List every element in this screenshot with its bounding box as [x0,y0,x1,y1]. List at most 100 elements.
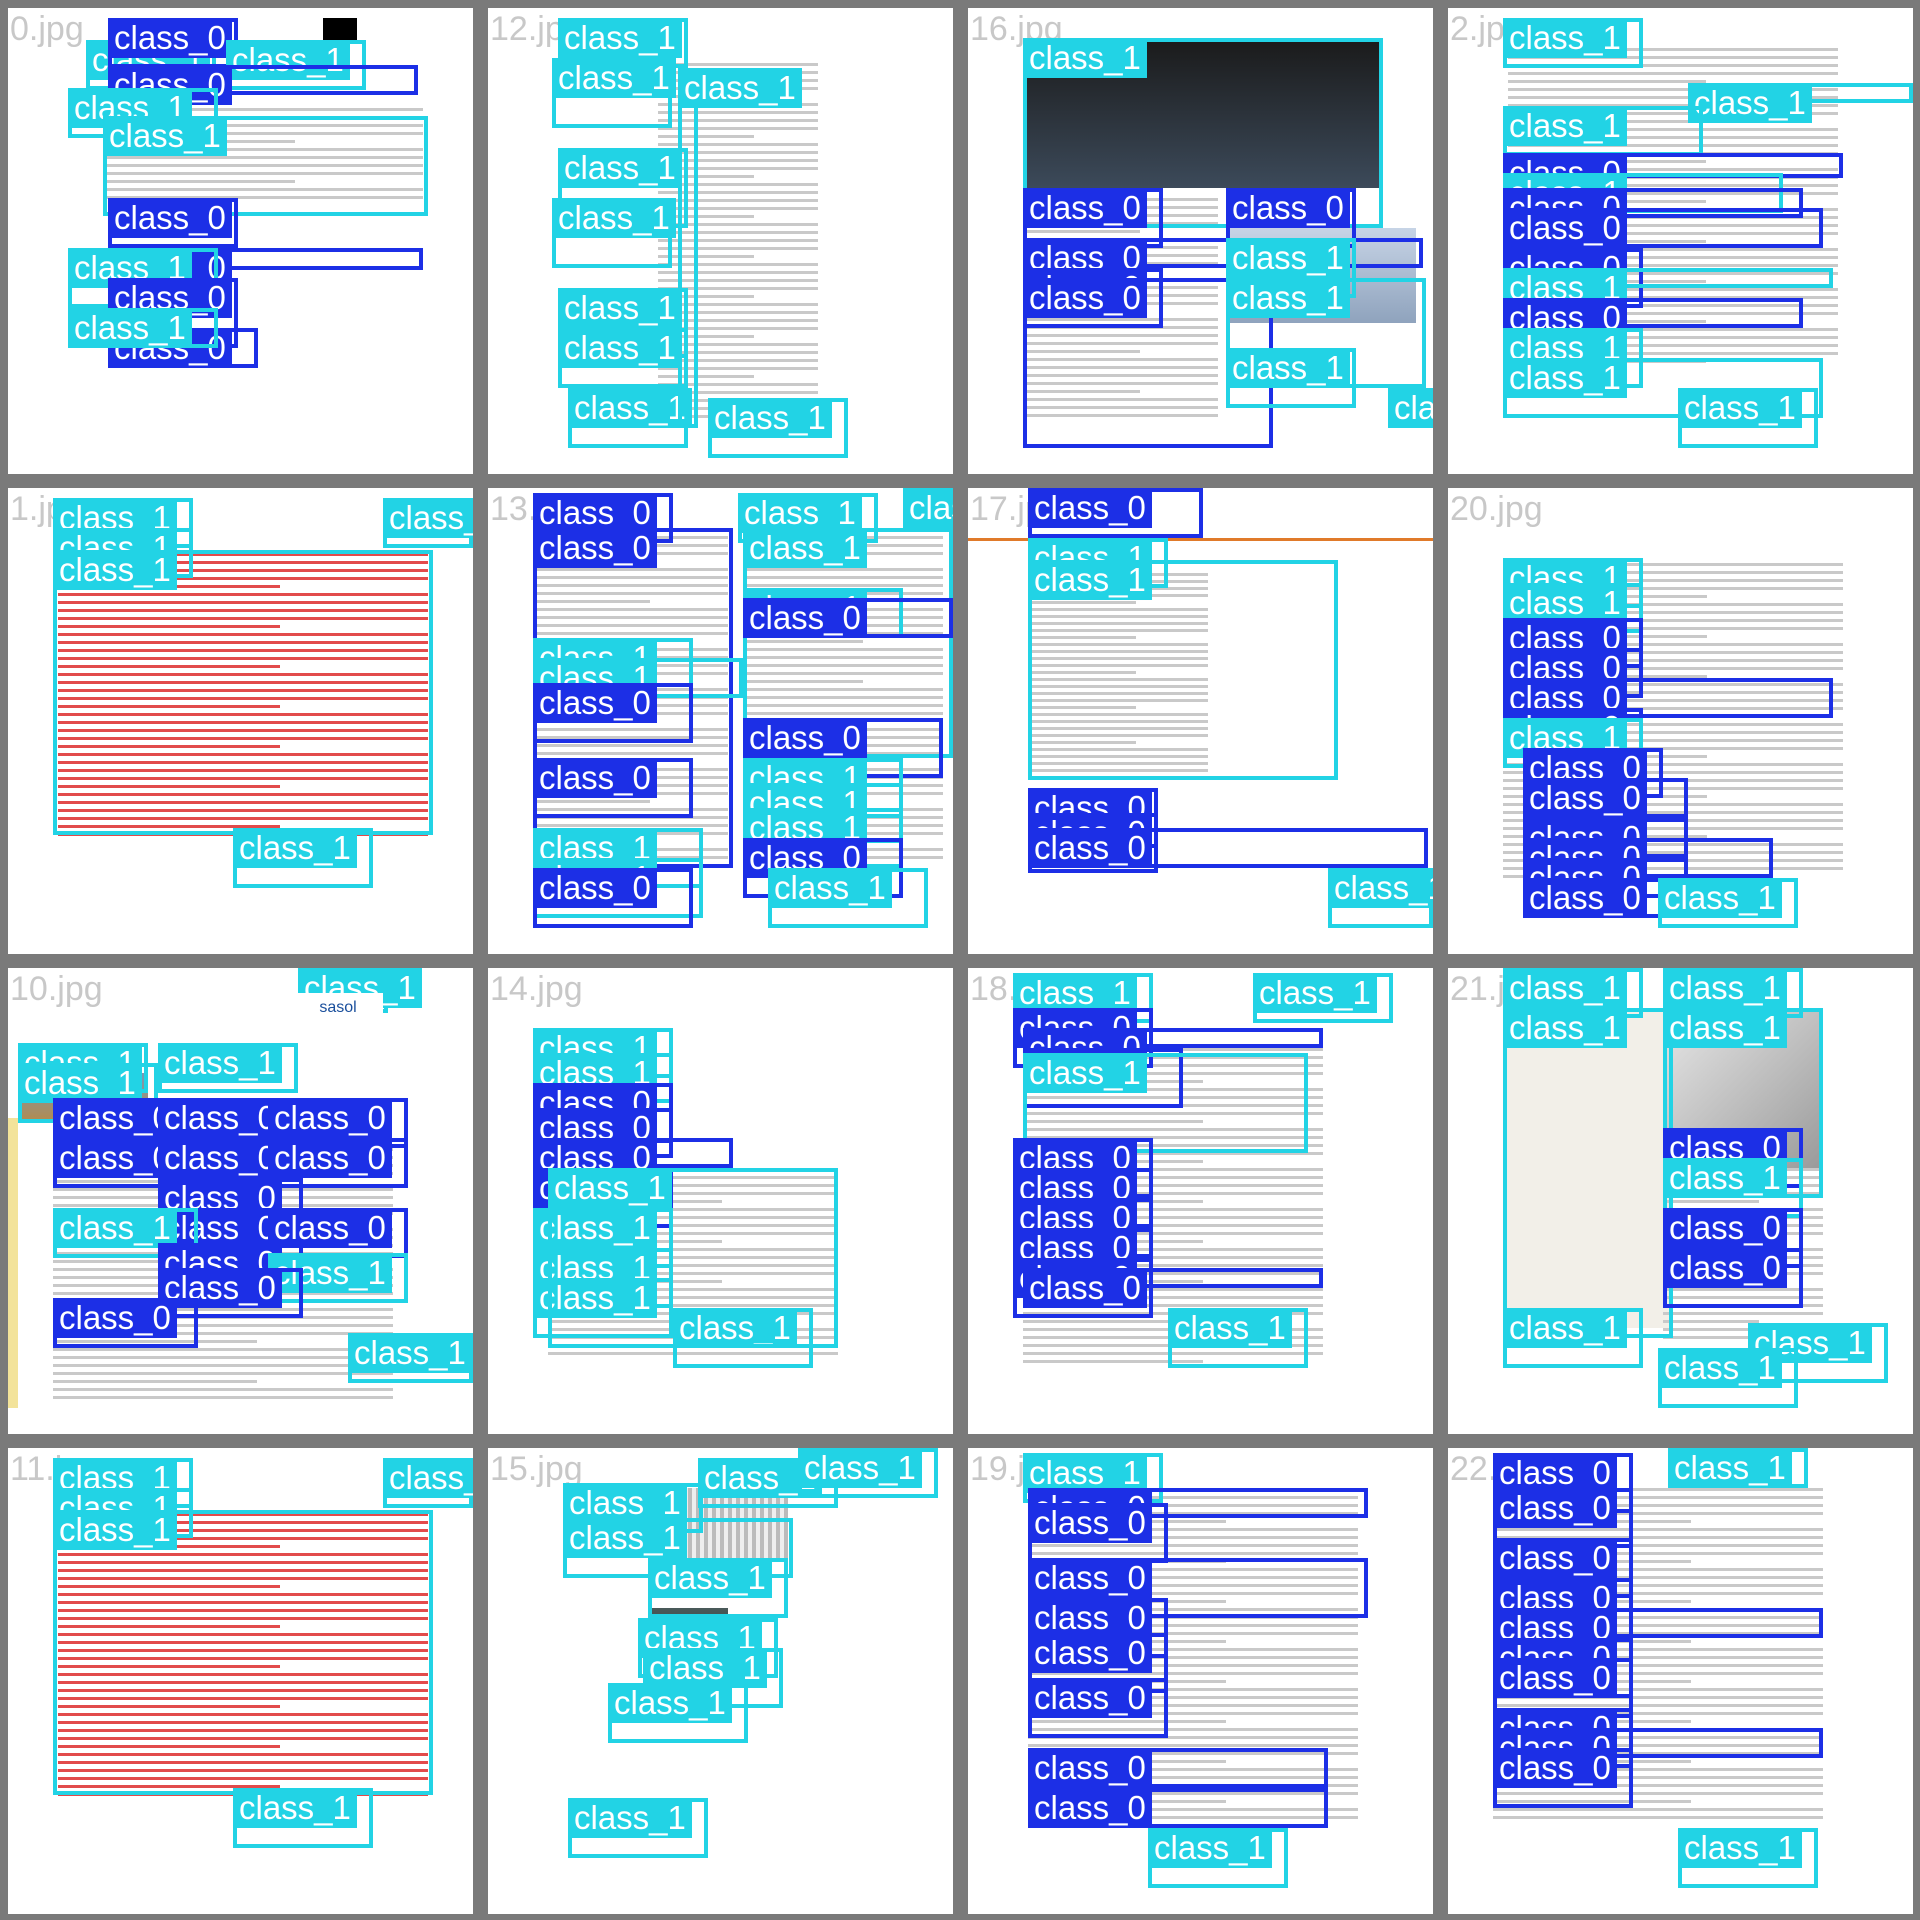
detection-box-class-1: class_1 [1503,106,1703,156]
class-label: class_0 [743,718,867,758]
class-label: class_1 [1503,968,1627,1008]
text-line [658,135,754,138]
class-label: class_1 [1253,973,1377,1013]
class-label: class_0 [533,758,657,798]
class-label: class_1 [743,528,867,568]
class-label: class_1 [568,388,692,428]
detection-box-class-0: class_0 [1523,778,1688,818]
class-label: class_1 [558,148,682,188]
image-tile: 16.jpg class_1 class_0 class_0 class_0 class_… [968,8,1433,474]
detection-box-class-0: class_0 [108,198,238,248]
detection-box-class-1: class_1 [552,198,676,268]
image-tile: 14.jpg class_1 class_1 class_0 class_0 class_… [488,968,953,1434]
class-label: class_0 [1023,1268,1147,1308]
image-tile: 21.jpg class_1 class_1 class_1 class_1 class_… [1448,968,1913,1434]
image-tile: 11.jpgclass_1class_1class_1class_1class_… [8,1448,473,1914]
detection-box-class-1: class_1 [158,1043,298,1093]
text-line [1493,1816,1823,1819]
detection-box-class-0: class_0 [1503,208,1823,248]
class-label: class_1 [1226,278,1350,318]
class-label: class_1 [1226,348,1350,388]
image-tile: 15.jpg class_1 class_1 class_1 class_1 class_… [488,1448,953,1914]
detection-box-class-1: class_1 [1253,973,1393,1023]
class-label: class_1 [1503,1308,1627,1348]
detection-box-class-0: class_0 [1028,1788,1328,1828]
detection-box-class-1: class_1 [708,398,848,458]
class-label: class_1 [552,58,676,98]
class-label: class_1 [1328,868,1433,908]
text-line [53,1364,393,1367]
class-label: class_1 [678,68,802,108]
class-label: class_0 [1028,1503,1152,1543]
detection-box-class-1: class_1 [383,498,473,548]
class-label: class_1 [53,550,177,590]
text-line [53,1372,393,1375]
text-line [53,1388,393,1391]
tile-filename: 20.jpg [1450,490,1543,528]
detection-grid: 0.jpg class_1 class_0 class_1 class_0 class_1… [0,0,1920,1920]
image-tile: 2.jpg class_1 class_1 class_1 class_0 class_1… [1448,8,1913,474]
text-line [1663,1320,1759,1323]
detection-box-class-0: class_0 [1028,828,1428,868]
class-label: class_0 [1663,1248,1787,1288]
detection-box-class-0: class_0 [1028,1748,1328,1788]
class-label: class_1 [608,1683,732,1723]
class-label: class_0 [1023,188,1147,228]
detection-box-class-0: class_0 [1493,1748,1633,1808]
detection-box-class-1: class_1 [1678,1828,1818,1888]
class-label: class_1 [1688,83,1812,123]
detection-box-class-1: class_1 [53,550,433,835]
class-label: class_1 [1658,1348,1782,1388]
class-label: class_0 [1023,278,1147,318]
detection-box-class-1: class_1 [233,1788,373,1848]
class-label: class_0 [743,598,867,638]
detection-box-class-1: class_1 [678,68,802,428]
detection-box-class-1: class_1 [903,488,953,528]
detection-box-class-1: class_1 [568,1798,708,1858]
text-line [53,1380,257,1383]
class-label: class_0 [158,1098,282,1138]
detection-box-class-1: class_1 [1388,388,1433,428]
class-label: class_1 [558,288,682,328]
class-label: class_0 [1028,1598,1152,1638]
class-label: class_0 [1028,488,1152,528]
detection-box-class-1: class_1 [348,1333,473,1383]
detection-box-class-1: class_1 [1028,560,1338,780]
class-label: class_0 [1226,188,1350,228]
detection-box-class-1: class_1 [1328,868,1433,928]
class-label: class_1 [1023,1053,1147,1093]
class-label: class_1 [1658,878,1782,918]
text-line [53,1348,393,1351]
class-label: class_1 [568,1798,692,1838]
class-label: class_1 [68,308,192,348]
detection-box-class-1: class_1 [768,868,928,928]
class-label: class_1 [643,1648,767,1688]
class-label: class_1 [348,1333,472,1373]
detection-box-class-1: class_1 [608,1683,748,1743]
class-label: class_1 [548,1168,672,1208]
class-label: class_1 [708,398,832,438]
image-tile: 1.jpgclass_1class_1class_1class_1class_1 [8,488,473,954]
class-label: class_1 [1168,1308,1292,1348]
detection-box-class-1: class_1 [1668,1448,1808,1488]
class-label: class_1 [53,1510,177,1550]
detection-box-class-1: class_1 [1658,878,1798,928]
class-label: class_0 [1028,828,1152,868]
class-label: class_1 [1503,106,1627,146]
class-label: class_0 [268,1208,392,1248]
detection-box-class-0: class_0 [1663,1248,1803,1308]
class-label: class_1 [383,1458,473,1498]
detection-box-class-1: class_1 [568,388,692,448]
detection-box-class-0: class_0 [53,1298,198,1348]
text-line [53,1396,393,1399]
class-label: class_0 [1503,208,1627,248]
image-tile: 0.jpg class_1 class_0 class_1 class_0 class_1… [8,8,473,474]
detection-box-class-0: class_0 [108,18,238,68]
detection-box-class-1: class_1 [1688,83,1913,123]
detection-box-class-0: class_0 [1028,1503,1168,1563]
class-label: class_1 [563,1518,687,1558]
class-label: class_1 [1663,1008,1787,1048]
class-label: class_1 [1678,388,1802,428]
detection-box-class-1: class_1 [558,328,688,388]
class-label: class_0 [533,493,657,533]
